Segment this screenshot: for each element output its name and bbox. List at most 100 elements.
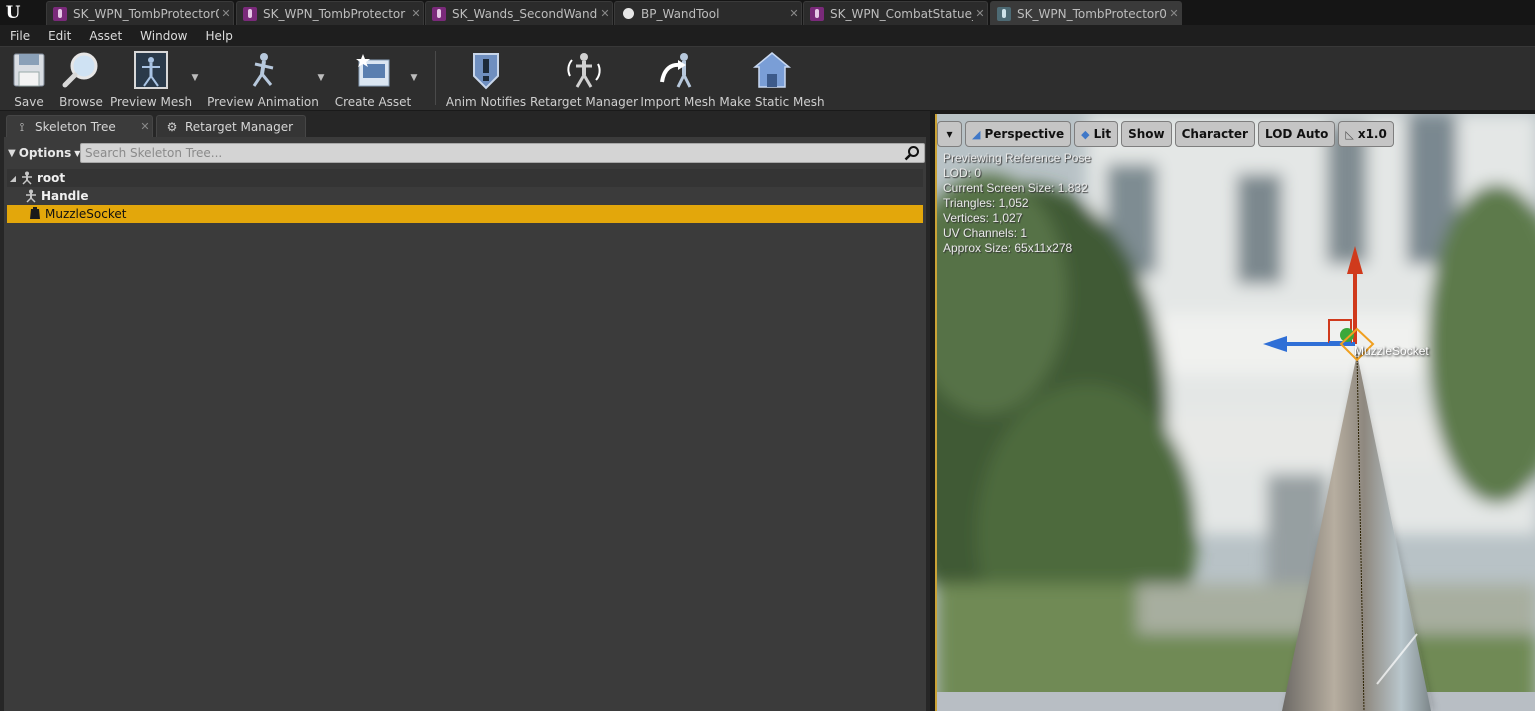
menu-file[interactable]: File xyxy=(0,29,38,43)
3d-viewport[interactable]: ▾ ◢ Perspective ◆ Lit Show Character LOD… xyxy=(935,114,1535,711)
close-icon[interactable]: ✕ xyxy=(787,7,801,20)
document-tab-bar: U SK_WPN_TombProtector0 ✕ SK_WPN_TombPro… xyxy=(0,0,1535,25)
stat-line: Triangles: 1,052 xyxy=(943,196,1029,210)
unreal-logo-icon[interactable]: U xyxy=(2,2,24,24)
lit-cube-icon: ◆ xyxy=(1081,127,1090,141)
options-label: Options xyxy=(18,146,72,160)
doc-tab-label: SK_WPN_TombProtector0 xyxy=(1017,6,1167,21)
save-icon xyxy=(9,49,49,90)
search-input[interactable] xyxy=(81,144,896,162)
tab-retarget-manager[interactable]: ⚙ Retarget Manager xyxy=(156,115,306,137)
skeletal-mesh-icon xyxy=(53,6,67,21)
tree-row-root[interactable]: ◢ root xyxy=(7,169,923,187)
create-asset-icon xyxy=(353,49,393,90)
chevron-down-icon: ▾ xyxy=(946,127,953,141)
tab-retarget-manager-label: Retarget Manager xyxy=(185,119,294,134)
bone-name: root xyxy=(37,171,66,185)
retarget-manager-icon xyxy=(564,49,604,90)
skeleton-tree-icon: ⟟ xyxy=(19,119,25,134)
collapse-arrow-icon[interactable]: ◢ xyxy=(7,174,19,183)
menu-window[interactable]: Window xyxy=(130,29,195,43)
doc-tab-label: SK_WPN_CombatStatue_S xyxy=(830,6,973,21)
doc-tab-2[interactable]: SK_WPN_TombProtector ✕ xyxy=(236,1,424,25)
save-button[interactable]: Save xyxy=(9,49,49,109)
bone-icon xyxy=(23,188,39,204)
browse-button[interactable]: Browse xyxy=(59,49,103,109)
preview-animation-button[interactable]: Preview Animation xyxy=(207,49,319,109)
menu-bar: File Edit Asset Window Help xyxy=(0,25,1535,46)
close-icon[interactable]: ✕ xyxy=(138,120,152,133)
lod-button[interactable]: LOD Auto xyxy=(1257,121,1336,147)
retarget-manager-button[interactable]: Retarget Manager xyxy=(530,49,638,109)
stat-line: Vertices: 1,027 xyxy=(943,211,1023,225)
anim-notifies-icon xyxy=(466,49,506,90)
perspective-button[interactable]: ◢ Perspective xyxy=(965,121,1072,147)
skeleton-icon xyxy=(997,6,1011,21)
doc-tab-5[interactable]: SK_WPN_CombatStatue_S ✕ xyxy=(803,1,988,25)
import-mesh-label: Import Mesh xyxy=(640,95,716,109)
options-button[interactable]: ▼ Options ▼ xyxy=(8,144,80,162)
import-mesh-button[interactable]: Import Mesh xyxy=(640,49,716,109)
doc-tab-4[interactable]: BP_WandTool ✕ xyxy=(614,1,802,25)
viewport-stats: Previewing Reference Pose LOD: 0 Current… xyxy=(943,151,1091,256)
skeleton-tree-body: ▼ Options ▼ ◢ root Handle xyxy=(4,137,926,711)
doc-tab-label: SK_WPN_TombProtector xyxy=(263,6,406,21)
bone-icon xyxy=(19,170,35,186)
show-label: Show xyxy=(1128,127,1165,141)
speed-icon: ◺ xyxy=(1345,127,1354,141)
create-asset-button[interactable]: Create Asset xyxy=(335,49,411,109)
browse-label: Browse xyxy=(59,95,103,109)
lit-button[interactable]: ◆ Lit xyxy=(1074,121,1119,147)
doc-tab-3[interactable]: SK_Wands_SecondWand ✕ xyxy=(425,1,613,25)
character-button[interactable]: Character xyxy=(1174,121,1255,147)
preview-mesh-icon xyxy=(131,49,171,90)
save-label: Save xyxy=(14,95,44,109)
anim-notifies-button[interactable]: Anim Notifies xyxy=(446,49,526,109)
perspective-icon: ◢ xyxy=(972,127,981,141)
make-static-mesh-label: Make Static Mesh xyxy=(719,95,825,109)
skeleton-tree-panel: ⟟ Skeleton Tree ✕ ⚙ Retarget Manager ▼ O… xyxy=(0,111,930,711)
preview-animation-icon xyxy=(243,49,283,90)
search-icon[interactable] xyxy=(904,145,920,161)
lod-label: LOD Auto xyxy=(1264,127,1329,141)
bone-name: Handle xyxy=(41,189,89,203)
close-icon[interactable]: ✕ xyxy=(219,7,233,20)
doc-tab-label: SK_Wands_SecondWand xyxy=(452,6,598,21)
preview-mesh-dropdown-icon[interactable]: ▼ xyxy=(190,73,200,83)
doc-tab-1[interactable]: SK_WPN_TombProtector0 ✕ xyxy=(46,1,234,25)
menu-help[interactable]: Help xyxy=(195,29,240,43)
create-asset-label: Create Asset xyxy=(334,95,412,109)
search-box xyxy=(80,143,925,163)
retarget-manager-label: Retarget Manager xyxy=(529,95,639,109)
filter-row: ▼ Options ▼ xyxy=(4,141,926,165)
menu-asset[interactable]: Asset xyxy=(79,29,130,43)
perspective-label: Perspective xyxy=(984,127,1065,141)
skeletal-mesh-icon xyxy=(432,6,446,21)
doc-tab-6-active[interactable]: SK_WPN_TombProtector0 ✕ xyxy=(990,1,1182,25)
blueprint-icon xyxy=(621,7,635,21)
tree-row-handle[interactable]: Handle xyxy=(7,187,923,205)
preview-animation-dropdown-icon[interactable]: ▼ xyxy=(316,73,326,83)
close-icon[interactable]: ✕ xyxy=(409,7,423,20)
preview-mesh-button[interactable]: Preview Mesh xyxy=(110,49,192,109)
create-asset-dropdown-icon[interactable]: ▼ xyxy=(409,73,419,83)
preview-animation-label: Preview Animation xyxy=(207,95,319,109)
speed-button[interactable]: ◺ x1.0 xyxy=(1338,121,1394,147)
stat-line: LOD: 0 xyxy=(943,166,982,180)
viewport-toolbar: ▾ ◢ Perspective ◆ Lit Show Character LOD… xyxy=(937,121,1394,147)
tab-skeleton-tree[interactable]: ⟟ Skeleton Tree ✕ xyxy=(6,115,153,137)
import-mesh-icon xyxy=(658,49,698,90)
make-static-mesh-button[interactable]: Make Static Mesh xyxy=(719,49,825,109)
show-button[interactable]: Show xyxy=(1121,121,1172,147)
viewport-options-button[interactable]: ▾ xyxy=(937,121,962,147)
socket-name: MuzzleSocket xyxy=(45,207,127,221)
close-icon[interactable]: ✕ xyxy=(598,7,612,20)
tree-row-muzzlesocket[interactable]: MuzzleSocket xyxy=(7,205,923,223)
speed-label: x1.0 xyxy=(1357,127,1387,141)
magnifier-icon xyxy=(61,49,101,90)
stat-line: UV Channels: 1 xyxy=(943,226,1028,240)
menu-edit[interactable]: Edit xyxy=(38,29,79,43)
close-icon[interactable]: ✕ xyxy=(973,7,987,20)
toolbar-separator xyxy=(435,51,436,105)
close-icon[interactable]: ✕ xyxy=(1167,7,1181,20)
